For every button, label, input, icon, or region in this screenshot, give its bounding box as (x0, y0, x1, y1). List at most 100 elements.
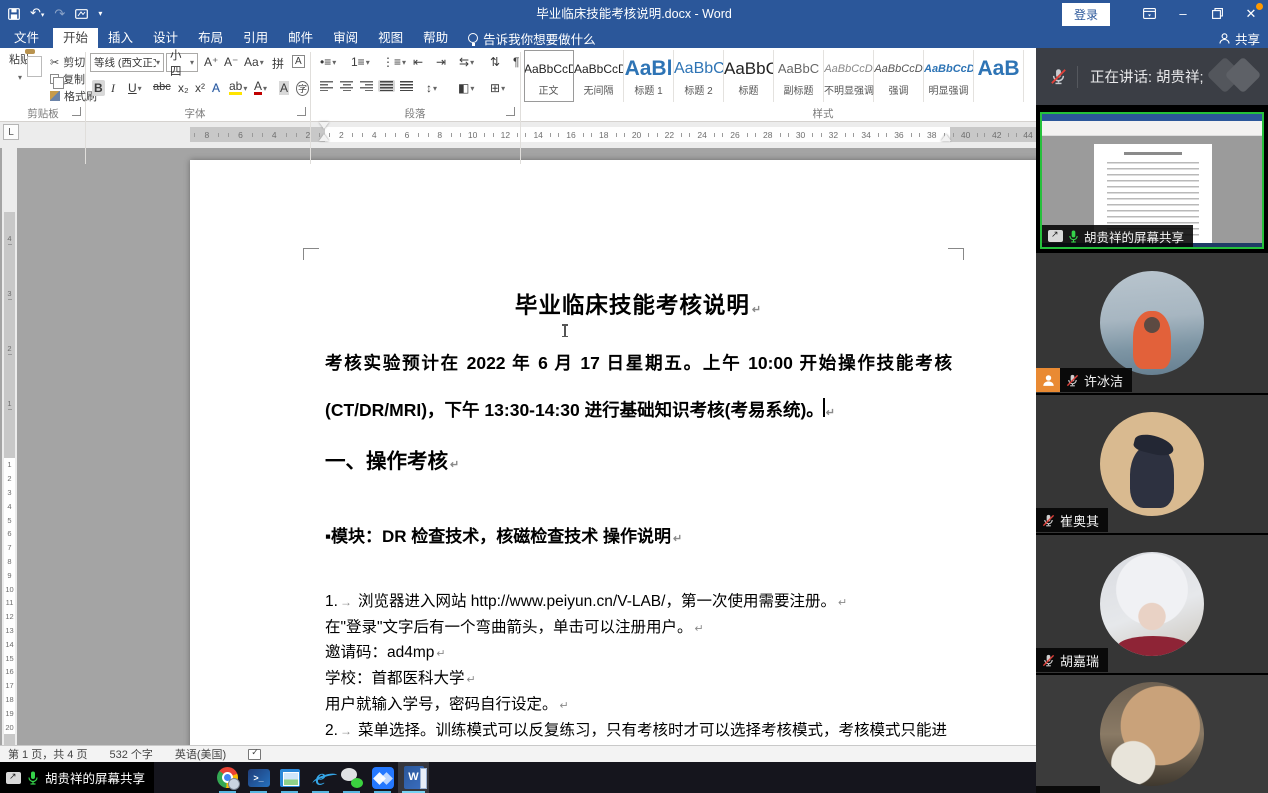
bullets-button[interactable]: •≡▾ (318, 54, 338, 70)
participant-tile-崔奥其[interactable]: 崔奥其 (1036, 395, 1268, 533)
taskbar-icon-tencent-meeting[interactable] (367, 762, 398, 793)
taskbar-icon-wechat[interactable] (336, 762, 367, 793)
align-left-button[interactable] (318, 80, 335, 92)
tab-开始[interactable]: 开始 (53, 28, 98, 48)
style-明显强调[interactable]: AaBbCcD明显强调 (924, 50, 974, 102)
ribbon-display-options-icon[interactable] (1132, 0, 1166, 28)
style-正文[interactable]: AaBbCcD正文 (524, 50, 574, 102)
numbering-button[interactable]: 1≡▾ (349, 54, 372, 70)
format-painter-button[interactable]: 格式刷 (50, 88, 97, 104)
style-不明显强调[interactable]: AaBbCcD不明显强调 (824, 50, 874, 102)
change-case-button[interactable]: Aa▾ (242, 54, 266, 70)
sort-button[interactable]: ⇅ (488, 54, 502, 70)
tab-布局[interactable]: 布局 (188, 28, 233, 48)
cut-button[interactable]: ✂剪切 (50, 54, 85, 70)
word-count[interactable]: 532 个字 (109, 746, 152, 762)
sign-in-button[interactable]: 登录 (1062, 3, 1110, 26)
style-标题 2[interactable]: AaBbC标题 2 (674, 50, 724, 102)
document-page[interactable]: 毕业临床技能考核说明↵ 考核实验预计在 2022 年 6 月 17 日星期五。上… (190, 160, 1070, 745)
line-spacing-button[interactable]: ↕▾ (424, 80, 439, 96)
taskbar-icon-word[interactable]: W (398, 762, 429, 793)
style-副标题[interactable]: AaBbC副标题 (774, 50, 824, 102)
participant-tile[interactable] (1036, 675, 1268, 793)
font-name-select[interactable]: 等线 (西文正文)▾ (90, 53, 164, 72)
taskbar-icon-powershell[interactable]: >_ (243, 762, 274, 793)
superscript-button[interactable]: x² (193, 80, 207, 96)
participant-tile-胡嘉瑞[interactable]: 胡嘉瑞 (1036, 535, 1268, 673)
italic-button[interactable]: I (109, 80, 117, 97)
style-partial[interactable]: AaB (974, 50, 1024, 102)
align-right-button[interactable] (358, 80, 375, 92)
right-indent-marker[interactable] (941, 134, 951, 141)
align-center-button[interactable] (338, 80, 355, 92)
distribute-button[interactable] (398, 80, 415, 92)
character-shading-button[interactable]: A (277, 80, 291, 96)
hanging-indent-marker[interactable] (319, 134, 329, 141)
taskbar-icon-chrome[interactable] (212, 762, 243, 793)
first-line-indent-marker[interactable] (319, 122, 329, 129)
tab-插入[interactable]: 插入 (98, 28, 143, 48)
strikethrough-button[interactable]: abc (151, 80, 173, 94)
list-text: 邀请码：ad4mp (325, 644, 434, 661)
taskbar-screenshare-label[interactable]: 胡贵祥的屏幕共享 (0, 762, 154, 793)
bold-button[interactable]: B (92, 80, 105, 96)
style-name: 标题 1 (624, 82, 673, 97)
strikethrough-icon: abc (153, 81, 171, 93)
tab-视图[interactable]: 视图 (368, 28, 413, 48)
multilevel-list-button[interactable]: ⋮≡▾ (380, 54, 408, 70)
copy-button[interactable]: 复制 (50, 71, 85, 87)
language-indicator[interactable]: 英语(美国) (175, 746, 226, 762)
text-highlight-color-button[interactable]: ab▾ (227, 80, 249, 96)
tab-审阅[interactable]: 审阅 (323, 28, 368, 48)
increase-indent-button[interactable]: ⇥ (434, 54, 448, 70)
participant-tile-许冰洁[interactable]: 许冰洁 (1036, 253, 1268, 393)
screenshare-thumbnail[interactable]: 胡贵祥的屏幕共享 (1040, 112, 1264, 249)
font-color-button[interactable]: A▾ (252, 80, 269, 96)
mic-muted-icon[interactable] (1050, 68, 1067, 85)
shrink-font-button[interactable]: A⁻ (222, 54, 240, 70)
tab-邮件[interactable]: 邮件 (278, 28, 323, 48)
taskbar-icon-internet-explorer[interactable]: e (305, 762, 336, 793)
paragraph-dialog-launcher-icon[interactable] (506, 107, 515, 116)
style-name: 强调 (874, 82, 923, 97)
doc-paragraph: 考核实验预计在 2022 年 6 月 17 日星期五。上午 10:00 开始操作… (325, 340, 952, 437)
mic-on-icon (1068, 230, 1079, 243)
tab-帮助[interactable]: 帮助 (413, 28, 458, 48)
justify-button[interactable] (378, 80, 395, 92)
tab-文件[interactable]: 文件 (0, 28, 53, 48)
asian-layout-button[interactable]: ⇆▾ (457, 54, 476, 70)
participant-name: 崔奥其 (1060, 511, 1099, 530)
tab-设计[interactable]: 设计 (143, 28, 188, 48)
share-button[interactable]: 共享 (1219, 28, 1260, 48)
minimize-button[interactable]: – (1166, 0, 1200, 28)
style-标题[interactable]: AaBbC标题 (724, 50, 774, 102)
underline-button[interactable]: U▾ (126, 80, 144, 96)
style-标题 1[interactable]: AaBl标题 1 (624, 50, 674, 102)
shading-button[interactable]: ◧▾ (456, 80, 476, 96)
decrease-indent-button[interactable]: ⇤ (411, 54, 425, 70)
proofing-icon[interactable] (248, 749, 261, 760)
page-indicator[interactable]: 第 1 页，共 4 页 (8, 746, 87, 762)
style-强调[interactable]: AaBbCcD强调 (874, 50, 924, 102)
close-button[interactable]: ✕ (1234, 0, 1268, 28)
phonetic-guide-button[interactable]: 拼 (270, 54, 286, 73)
clipboard-dialog-launcher-icon[interactable] (72, 107, 81, 116)
tab-引用[interactable]: 引用 (233, 28, 278, 48)
style-name: 无间隔 (574, 82, 623, 97)
list-text: 用户就输入学号，密码自行设定。 (325, 696, 558, 713)
grow-font-button[interactable]: A⁺ (202, 54, 220, 70)
subscript-button[interactable]: x₂ (176, 80, 191, 96)
restore-button[interactable] (1200, 0, 1234, 28)
font-size-select[interactable]: 小四▾ (166, 53, 198, 72)
enclose-characters-button[interactable]: 字 (294, 80, 311, 97)
text-effects-button[interactable]: A (210, 80, 222, 96)
paste-button[interactable]: 粘贴 ▾ (0, 51, 40, 103)
taskbar-icon-photos[interactable] (274, 762, 305, 793)
tell-me-box[interactable]: 告诉我你想要做什么 (458, 28, 606, 48)
borders-button[interactable]: ⊞▾ (488, 80, 507, 96)
character-border-button[interactable]: A (290, 54, 307, 69)
font-dialog-launcher-icon[interactable] (297, 107, 306, 116)
tab-stop-selector[interactable]: L (3, 124, 19, 140)
show-marks-button[interactable]: ¶ (511, 54, 521, 70)
style-无间隔[interactable]: AaBbCcD无间隔 (574, 50, 624, 102)
